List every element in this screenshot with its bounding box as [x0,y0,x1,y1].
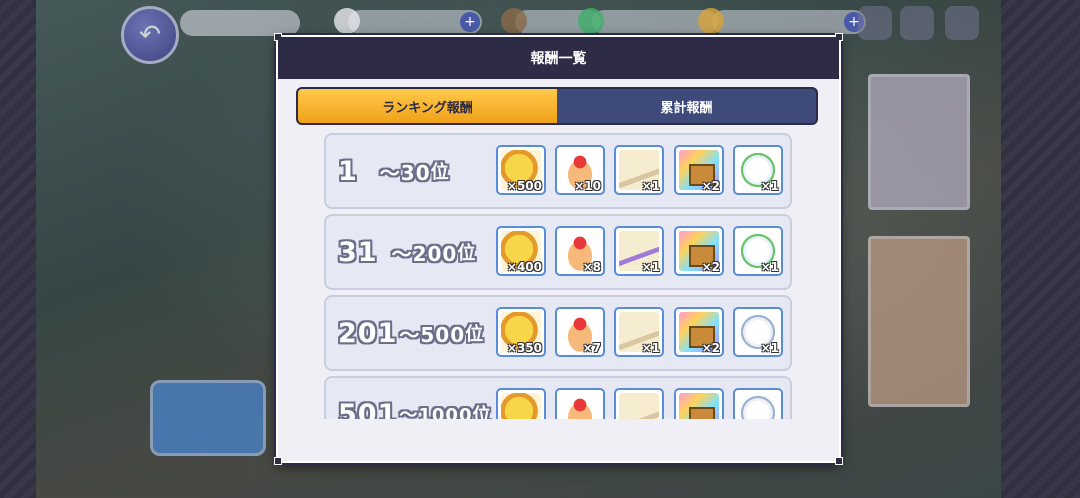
reward-list[interactable]: 1 ～30 位 ×500 ×10 ×1 ×2 ×1 31 ～200 位 ×400… [324,133,796,419]
reward-item[interactable] [496,388,546,419]
item-quantity: ×1 [641,179,660,193]
stamina-resource: + [334,8,482,34]
stamina-icon [334,8,360,34]
reward-row: 201 ～500 位 ×350 ×7 ×1 ×2 ×1 [324,295,792,371]
character-card[interactable] [868,236,970,407]
rank-unit: 位 [457,243,477,264]
item-quantity: ×500 [506,179,542,193]
reward-item[interactable]: ×7 [555,307,605,357]
reward-row: 1 ～30 位 ×500 ×10 ×1 ×2 ×1 [324,133,792,209]
character-card[interactable] [868,74,970,210]
item-quantity: ×7 [582,341,601,355]
reward-item[interactable] [614,388,664,419]
bag-icon [501,8,527,34]
right-border [1001,0,1080,498]
reward-item[interactable]: ×350 [496,307,546,357]
reward-item[interactable] [555,388,605,419]
reward-item[interactable]: ×8 [555,226,605,276]
rank-unit: 位 [430,162,450,183]
item-quantity: ×400 [506,260,542,274]
item-quantity: ×10 [574,179,601,193]
rank-range: 201 ～500 位 [338,313,498,353]
reward-item[interactable]: ×1 [614,145,664,195]
left-border [0,0,36,498]
reward-item[interactable]: ×10 [555,145,605,195]
reward-item[interactable]: ×400 [496,226,546,276]
item-quantity: ×1 [641,341,660,355]
reward-item[interactable]: ×1 [733,145,783,195]
item-quantity: ×1 [760,341,779,355]
menu-icon[interactable] [900,6,934,40]
reward-item[interactable]: ×2 [674,226,724,276]
reward-item[interactable]: ×1 [614,226,664,276]
event-banner[interactable] [150,380,266,456]
rank-range: 1 ～30 位 [338,151,498,191]
item-quantity: ×2 [701,179,720,193]
reward-row: 31 ～200 位 ×400 ×8 ×1 ×2 ×1 [324,214,792,290]
reward-item[interactable]: ×1 [733,226,783,276]
item-quantity: ×350 [506,341,542,355]
rank-unit: 位 [465,324,485,345]
menu-icon[interactable] [945,6,979,40]
item-quantity: ×2 [701,260,720,274]
scroll-icon [619,393,659,419]
reward-item[interactable]: ×1 [614,307,664,357]
modal-title: 報酬一覧 [278,37,839,79]
reward-tabs: ランキング報酬 累計報酬 [296,87,818,125]
rank-start: 501 [338,398,398,420]
rank-range: 31 ～200 位 [338,232,498,272]
rank-end: ～200 [391,241,458,266]
item-quantity: ×1 [760,260,779,274]
frame-icon [738,393,778,419]
reward-list-modal: 報酬一覧 ランキング報酬 累計報酬 1 ～30 位 ×500 ×10 ×1 ×2… [274,33,843,465]
coin-icon [698,8,724,34]
item-quantity: ×1 [760,179,779,193]
reward-row: 501 ～1000 位 [324,376,792,419]
coin-resource: + [698,8,866,34]
item-quantity: ×2 [701,341,720,355]
rank-start: 201 [338,317,398,349]
tab-ranking-reward[interactable]: ランキング報酬 [298,89,557,123]
event-name-chip [180,10,300,36]
tab-cumulative-reward[interactable]: 累計報酬 [557,89,816,123]
rank-end: ～1000 [399,405,473,419]
rank-unit: 位 [472,405,492,419]
reward-item[interactable]: ×2 [674,145,724,195]
rank-end: ～500 [399,322,466,347]
rank-start: 31 [338,236,378,268]
corner-ornament [274,457,282,465]
bottle-icon [578,8,604,34]
item-quantity: ×1 [641,260,660,274]
reward-item[interactable]: ×1 [733,307,783,357]
pancake-icon [560,393,600,419]
rank-end: ～30 [379,160,431,185]
reward-item[interactable] [733,388,783,419]
item-quantity: ×8 [582,260,601,274]
reward-item[interactable]: ×500 [496,145,546,195]
menu-icon[interactable] [858,6,892,40]
coins-icon [501,393,541,419]
reward-item[interactable]: ×2 [674,307,724,357]
back-button[interactable]: ↶ [121,6,179,64]
corner-ornament [835,457,843,465]
rank-start: 1 [338,155,358,187]
reward-item[interactable] [674,388,724,419]
rank-range: 501 ～1000 位 [338,394,498,420]
plus-icon[interactable]: + [460,12,480,32]
hammer-icon [679,393,719,419]
